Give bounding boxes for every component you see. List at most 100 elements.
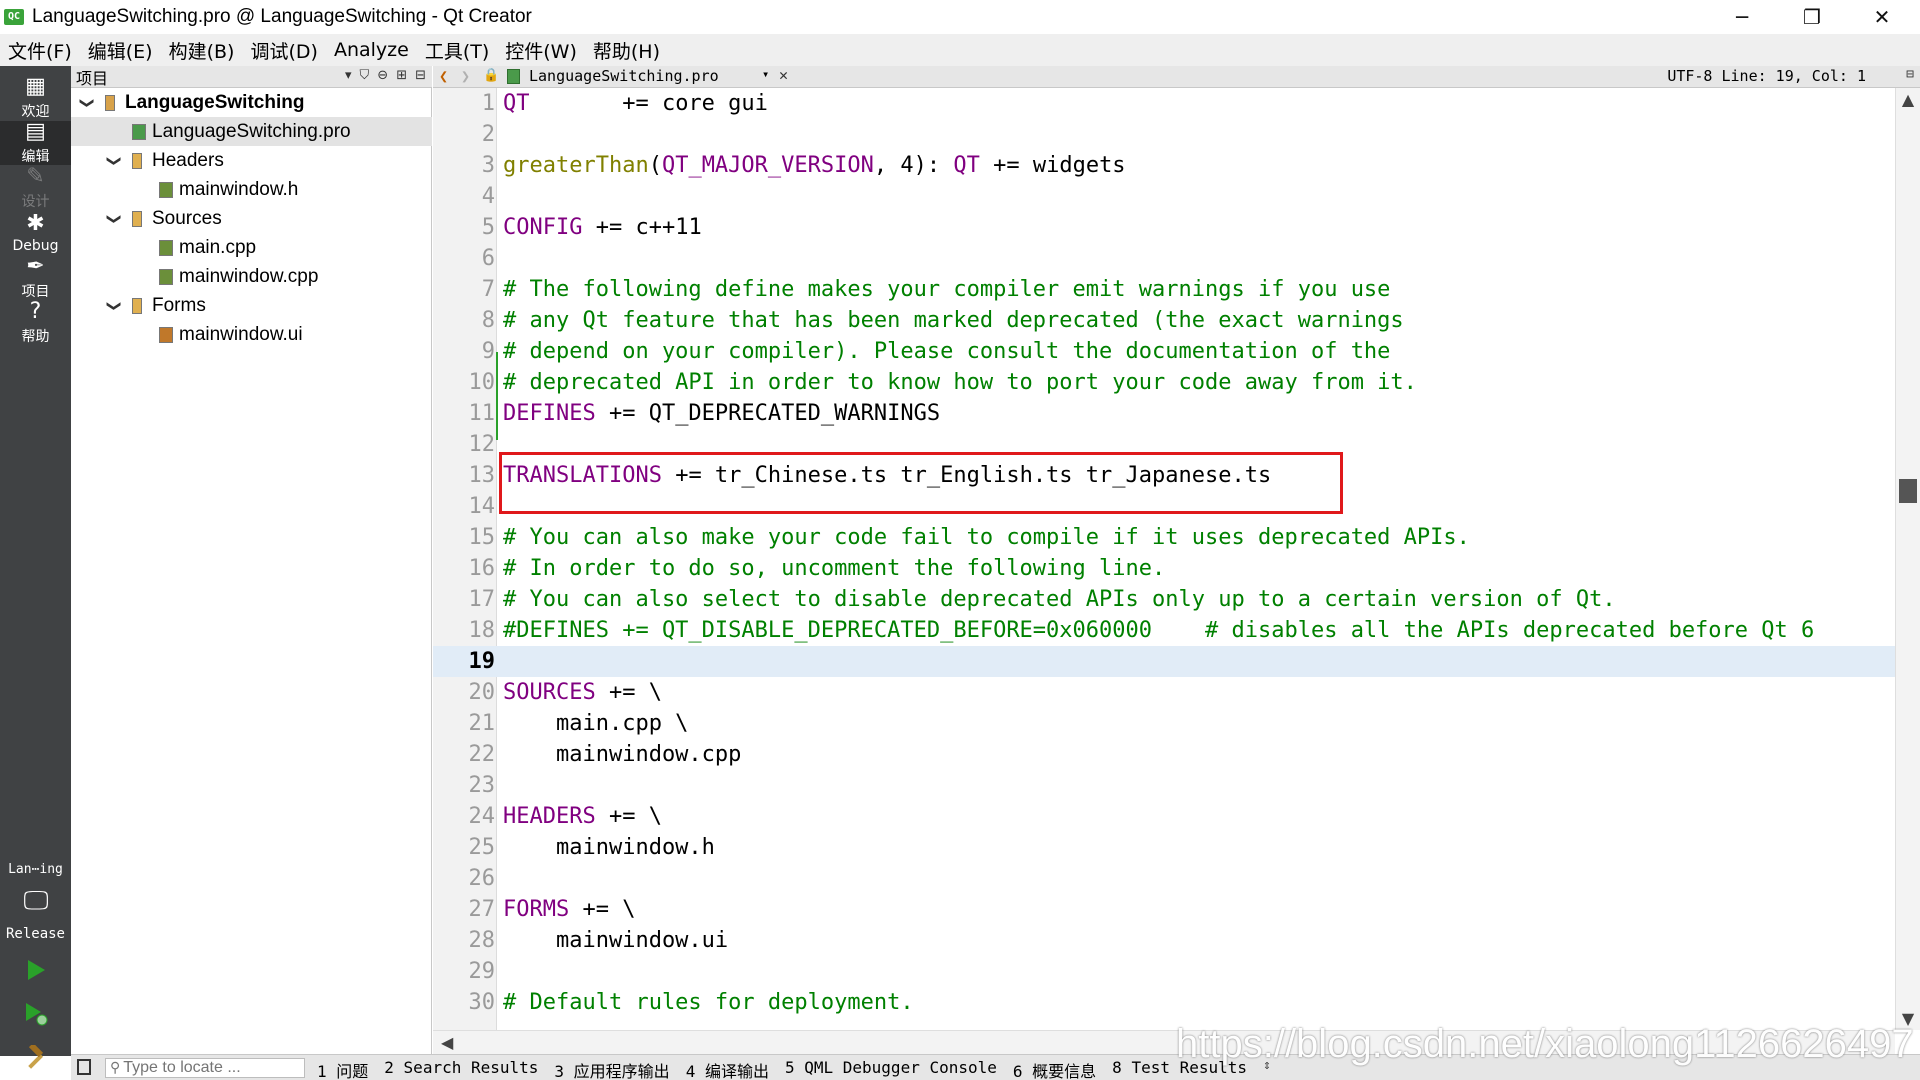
output-tab-0[interactable]: 1 问题: [317, 1058, 368, 1080]
menu-item-7[interactable]: 帮助(H): [593, 37, 660, 64]
code-token: main.cpp \: [503, 711, 689, 736]
navigate-forward-button[interactable]: ❯: [461, 67, 470, 85]
locator-input[interactable]: [123, 1059, 294, 1077]
code-text: # The following define makes your compil…: [503, 274, 1390, 305]
output-tab-3[interactable]: 4 编译输出: [686, 1058, 769, 1080]
project-tree: ❯ LanguageSwitching LanguageSwitching.pro ❯…: [71, 88, 432, 1054]
toggle-sidebar-icon[interactable]: [77, 1059, 91, 1075]
split-panel-icon[interactable]: ⊞: [396, 68, 407, 83]
output-tab-2[interactable]: 3 应用程序输出: [554, 1058, 669, 1080]
qt-creator-logo-icon: QC: [4, 9, 24, 25]
locator[interactable]: ⚲: [105, 1058, 305, 1078]
line-number: 18: [468, 618, 496, 643]
tree-item-label: mainwindow.h: [179, 178, 299, 200]
minimize-button[interactable]: ─: [1707, 0, 1777, 34]
code-text: SOURCES += \: [503, 677, 662, 708]
tree-item[interactable]: ❯ Sources: [71, 204, 432, 233]
title-bar: QC LanguageSwitching.pro @ LanguageSwitc…: [0, 0, 1920, 34]
scroll-up-arrow-icon[interactable]: ▲: [1896, 90, 1920, 109]
line-number: 26: [468, 866, 496, 891]
line-number: 25: [468, 835, 496, 860]
mode-4[interactable]: ✒ 项目: [0, 255, 71, 301]
line-number: 17: [468, 587, 496, 612]
tree-item[interactable]: LanguageSwitching.pro: [71, 117, 432, 146]
mode-0[interactable]: ▦ 欢迎: [0, 75, 71, 121]
pro-file-icon: [507, 69, 520, 84]
tree-item[interactable]: main.cpp: [71, 233, 432, 262]
code-token: # In order to do so, uncomment the follo…: [503, 556, 1166, 581]
filter-icon[interactable]: ⛉: [360, 68, 370, 83]
tree-item-label: LanguageSwitching.pro: [152, 120, 351, 142]
menu-item-2[interactable]: 构建(B): [169, 37, 235, 64]
tree-item[interactable]: ❯ LanguageSwitching: [71, 88, 432, 117]
open-documents-combo[interactable]: LanguageSwitching.pro: [529, 67, 719, 85]
code-text: # deprecated API in order to know how to…: [503, 367, 1417, 398]
chevron-down-icon[interactable]: ❯: [106, 155, 122, 167]
menu-item-1[interactable]: 编辑(E): [88, 37, 153, 64]
mode-label: 编辑: [21, 149, 50, 165]
cursor-position-status[interactable]: UTF-8 Line: 19, Col: 1: [1667, 67, 1866, 85]
run-button[interactable]: [18, 952, 54, 988]
split-editor-icon[interactable]: ⊟: [1906, 67, 1914, 82]
output-tab-1[interactable]: 2 Search Results: [384, 1058, 538, 1080]
chevron-down-icon[interactable]: ▾: [762, 67, 769, 81]
close-panel-icon[interactable]: ⊟: [415, 68, 426, 83]
tree-item-label: mainwindow.ui: [179, 323, 303, 345]
tree-item[interactable]: ❯ Forms: [71, 291, 432, 320]
menu-item-3[interactable]: 调试(D): [250, 37, 317, 64]
project-panel-title[interactable]: 项目: [76, 65, 108, 89]
code-line: 17 # You can also select to disable depre…: [433, 584, 1895, 615]
code-token: += core gui: [529, 91, 768, 116]
line-number: 12: [468, 432, 496, 457]
kit-name[interactable]: Lan⋯ing: [0, 862, 71, 877]
line-number: 10: [468, 370, 496, 395]
kit-selector-monitor-icon[interactable]: 🖵: [18, 886, 54, 922]
tree-item-label: LanguageSwitching: [125, 91, 305, 113]
mode-2[interactable]: ✎ 设计: [0, 165, 71, 211]
restore-button[interactable]: ❐: [1777, 0, 1847, 34]
project-view-dropdown-icon[interactable]: ▾: [345, 68, 352, 83]
menu-item-0[interactable]: 文件(F): [8, 37, 72, 64]
line-number: 11: [468, 401, 496, 426]
code-line: 9 # depend on your compiler). Please cons…: [433, 336, 1895, 367]
chevron-down-icon[interactable]: ❯: [106, 300, 122, 312]
code-text: # Default rules for deployment.: [503, 987, 914, 1018]
debug-run-button[interactable]: [18, 996, 54, 1032]
line-number: 13: [468, 463, 496, 488]
menu-item-5[interactable]: 工具(T): [425, 37, 489, 64]
close-window-button[interactable]: ✕: [1847, 0, 1917, 34]
chevron-down-icon[interactable]: ❯: [79, 97, 95, 109]
tree-item-label: Sources: [152, 207, 222, 229]
line-number: 27: [468, 897, 496, 922]
code-text: mainwindow.cpp: [503, 739, 741, 770]
code-token: # depend on your compiler). Please consu…: [503, 339, 1391, 364]
navigate-back-button[interactable]: ❮: [439, 67, 448, 85]
tree-item[interactable]: mainwindow.ui: [71, 320, 432, 349]
code-token: += widgets: [979, 153, 1126, 178]
menu-item-6[interactable]: 控件(W): [505, 37, 577, 64]
vertical-scroll-thumb[interactable]: [1899, 478, 1917, 503]
code-line: 22 mainwindow.cpp: [433, 739, 1895, 770]
tree-item[interactable]: mainwindow.h: [71, 175, 432, 204]
chevron-down-icon[interactable]: ❯: [106, 213, 122, 225]
code-text: # depend on your compiler). Please consu…: [503, 336, 1390, 367]
close-document-button[interactable]: ✕: [779, 66, 788, 84]
link-icon[interactable]: ⊖: [377, 68, 388, 83]
code-editor[interactable]: 1 QT += core gui 2 3 greaterThan(QT_MAJOR_VE…: [433, 88, 1895, 1030]
mode-1[interactable]: ▤ 编辑: [0, 120, 71, 165]
mode-3[interactable]: ✱ Debug: [0, 211, 71, 255]
folder-icon: [132, 152, 142, 169]
menu-item-4[interactable]: Analyze: [334, 39, 409, 61]
mode-5[interactable]: ? 帮助: [0, 300, 71, 346]
code-line: 26: [433, 863, 1895, 894]
scroll-left-arrow-icon[interactable]: ◀: [441, 1033, 453, 1052]
tree-item[interactable]: ❯ Headers: [71, 146, 432, 175]
bug-icon: ✱: [26, 211, 45, 236]
vertical-scrollbar[interactable]: ▲ ▼: [1895, 88, 1920, 1030]
build-button[interactable]: [18, 1040, 54, 1076]
tree-item[interactable]: mainwindow.cpp: [71, 262, 432, 291]
output-tab-4[interactable]: 5 QML Debugger Console: [785, 1058, 997, 1080]
output-tab-5[interactable]: 6 概要信息: [1013, 1058, 1096, 1080]
code-token: # The following define makes your compil…: [503, 277, 1391, 302]
tree-item-label: Forms: [152, 294, 206, 316]
